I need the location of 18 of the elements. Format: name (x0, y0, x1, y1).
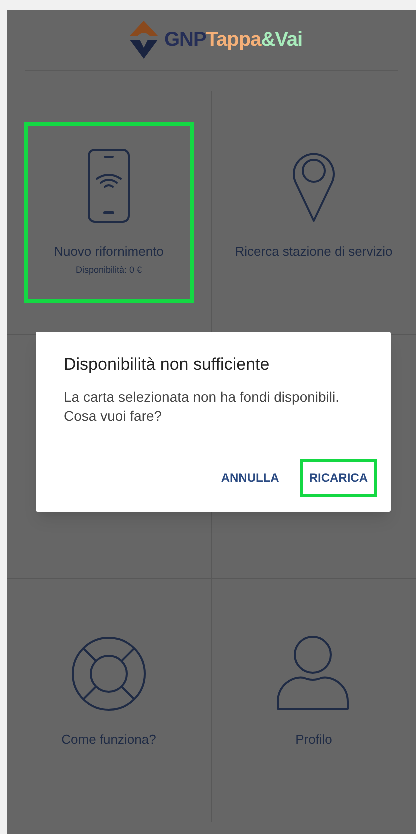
tile-label: Profilo (296, 731, 332, 749)
tile-subtitle: Disponibilità: 0 € (76, 264, 142, 277)
tile-label: Come funziona? (62, 731, 156, 749)
menu-tile[interactable]: Nuovo rifornimento Disponibilità: 0 € (24, 122, 194, 303)
user-profile-icon (276, 636, 352, 712)
logo-text: GNPTappa&Vai (164, 28, 303, 53)
dialog-button[interactable]: RICARICA (300, 459, 377, 497)
tile-label: Ricerca stazione di servizio (235, 243, 393, 261)
menu-tile[interactable]: Ricerca stazione di servizio (219, 122, 409, 303)
menu-tile[interactable]: Profilo (219, 610, 409, 791)
dialog-message: La carta selezionata non ha fondi disponibili. Cosa vuoi fare? (64, 388, 341, 426)
logo-mark-icon (128, 20, 160, 60)
lifebuoy-icon (71, 636, 147, 712)
smartphone-wireless-icon (88, 149, 130, 223)
dialog-button[interactable]: ANNULLA (212, 459, 288, 497)
tile-label: Nuovo rifornimento (54, 243, 164, 261)
menu-tile[interactable]: Come funziona? (24, 610, 194, 791)
dialog-title: Disponibilità non sufficiente (64, 354, 271, 376)
